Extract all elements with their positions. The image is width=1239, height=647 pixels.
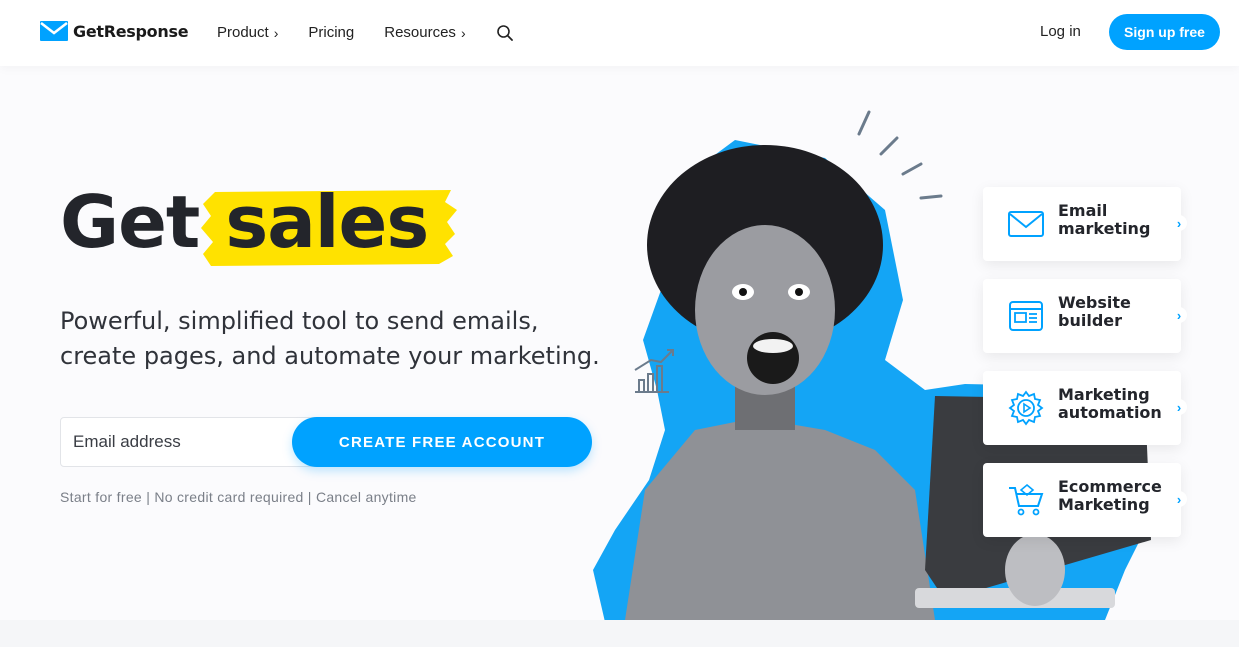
card-label: Website builder — [1058, 293, 1131, 330]
search-icon[interactable] — [496, 24, 514, 42]
card-ecommerce-marketing[interactable]: Ecommerce Marketing › — [983, 463, 1187, 537]
chevron-right-icon: › — [1171, 399, 1187, 415]
hero-title-plain: Get — [60, 180, 200, 264]
gear-play-icon — [1008, 390, 1044, 426]
card-website-builder[interactable]: Website builder › — [983, 279, 1187, 353]
envelope-logo-icon — [40, 21, 68, 41]
nav-item-resources[interactable]: Resources › — [384, 24, 465, 41]
nav-item-label: Product — [217, 24, 269, 41]
signup-note: Start for free | No credit card required… — [60, 489, 417, 505]
hero-title: Get sales — [60, 180, 458, 266]
create-account-button[interactable]: CREATE FREE ACCOUNT — [292, 417, 592, 467]
login-link[interactable]: Log in — [1040, 23, 1081, 40]
envelope-icon — [1008, 211, 1044, 237]
card-email-marketing[interactable]: Email marketing › — [983, 187, 1187, 261]
card-label: Ecommerce Marketing — [1058, 477, 1162, 514]
hero-floor — [0, 620, 1239, 647]
chevron-right-icon: › — [273, 24, 279, 41]
email-input[interactable] — [60, 417, 320, 467]
cart-icon — [1009, 483, 1044, 516]
hero-title-highlight: sales — [201, 180, 458, 266]
nav-item-pricing[interactable]: Pricing — [308, 24, 354, 41]
hero-subtitle: Powerful, simplified tool to send emails… — [60, 307, 600, 370]
hero-illustration — [593, 110, 1151, 622]
site-header: GetResponse Product › Pricing Resources … — [0, 0, 1239, 66]
nav-item-product[interactable]: Product › — [217, 24, 278, 41]
chevron-right-icon: › — [460, 24, 466, 41]
card-label: Email marketing — [1058, 201, 1151, 238]
card-marketing-automation[interactable]: Marketing automation › — [983, 371, 1187, 445]
card-label: Marketing automation — [1058, 385, 1162, 422]
nav-item-label: Pricing — [308, 24, 355, 41]
brand-name: GetResponse — [73, 21, 189, 41]
chevron-right-icon: › — [1171, 307, 1187, 323]
brand-logo[interactable]: GetResponse — [40, 21, 189, 41]
signup-button[interactable]: Sign up free — [1109, 14, 1220, 50]
main-nav: Product › Pricing Resources › — [217, 23, 514, 42]
chevron-right-icon: › — [1171, 215, 1187, 231]
webpage-icon — [1009, 301, 1043, 331]
chevron-right-icon: › — [1171, 491, 1187, 507]
nav-item-label: Resources — [384, 24, 456, 41]
